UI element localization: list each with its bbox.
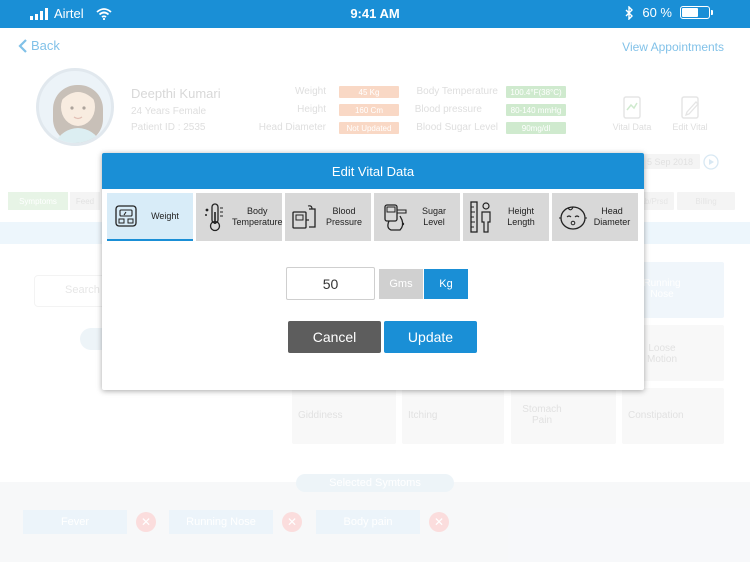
tab-head-diameter[interactable]: Head Diameter [552,193,638,241]
tab-label: Sugar Level [421,206,447,227]
height-icon [470,201,491,233]
blood-pressure-icon [292,205,316,229]
battery-percent: 60 % [642,5,672,20]
bluetooth-icon [625,5,634,20]
unit-gms-button[interactable]: Gms [379,269,423,299]
update-button[interactable]: Update [384,321,477,353]
thermometer-icon [205,203,223,232]
tab-label: Head Diameter [593,206,631,227]
tab-weight[interactable]: Weight [107,193,193,241]
edit-vital-modal: Edit Vital Data Weight Body Temperature … [102,153,644,390]
tab-label: Blood Pressure [325,206,362,227]
tab-sugar-level[interactable]: Sugar Level [374,193,460,241]
status-bar: Airtel 9:41 AM 60 % [0,0,750,28]
tab-label: Body Temperature [232,206,283,227]
modal-title: Edit Vital Data [102,153,644,189]
unit-kg-button[interactable]: Kg [424,269,468,299]
tab-label: Height Length [507,206,535,227]
glucometer-icon [384,204,407,231]
vital-value-input[interactable] [286,267,375,300]
weighing-scale-icon [115,205,137,227]
tab-body-temperature[interactable]: Body Temperature [196,193,283,241]
vital-type-tabs: Weight Body Temperature Blood Pressure S… [107,193,638,241]
tab-label: Weight [151,210,179,221]
cancel-button[interactable]: Cancel [288,321,381,353]
tab-blood-pressure[interactable]: Blood Pressure [285,193,371,241]
tab-height-length[interactable]: Height Length [463,193,549,241]
battery-icon [680,6,713,19]
baby-head-icon [559,206,587,230]
